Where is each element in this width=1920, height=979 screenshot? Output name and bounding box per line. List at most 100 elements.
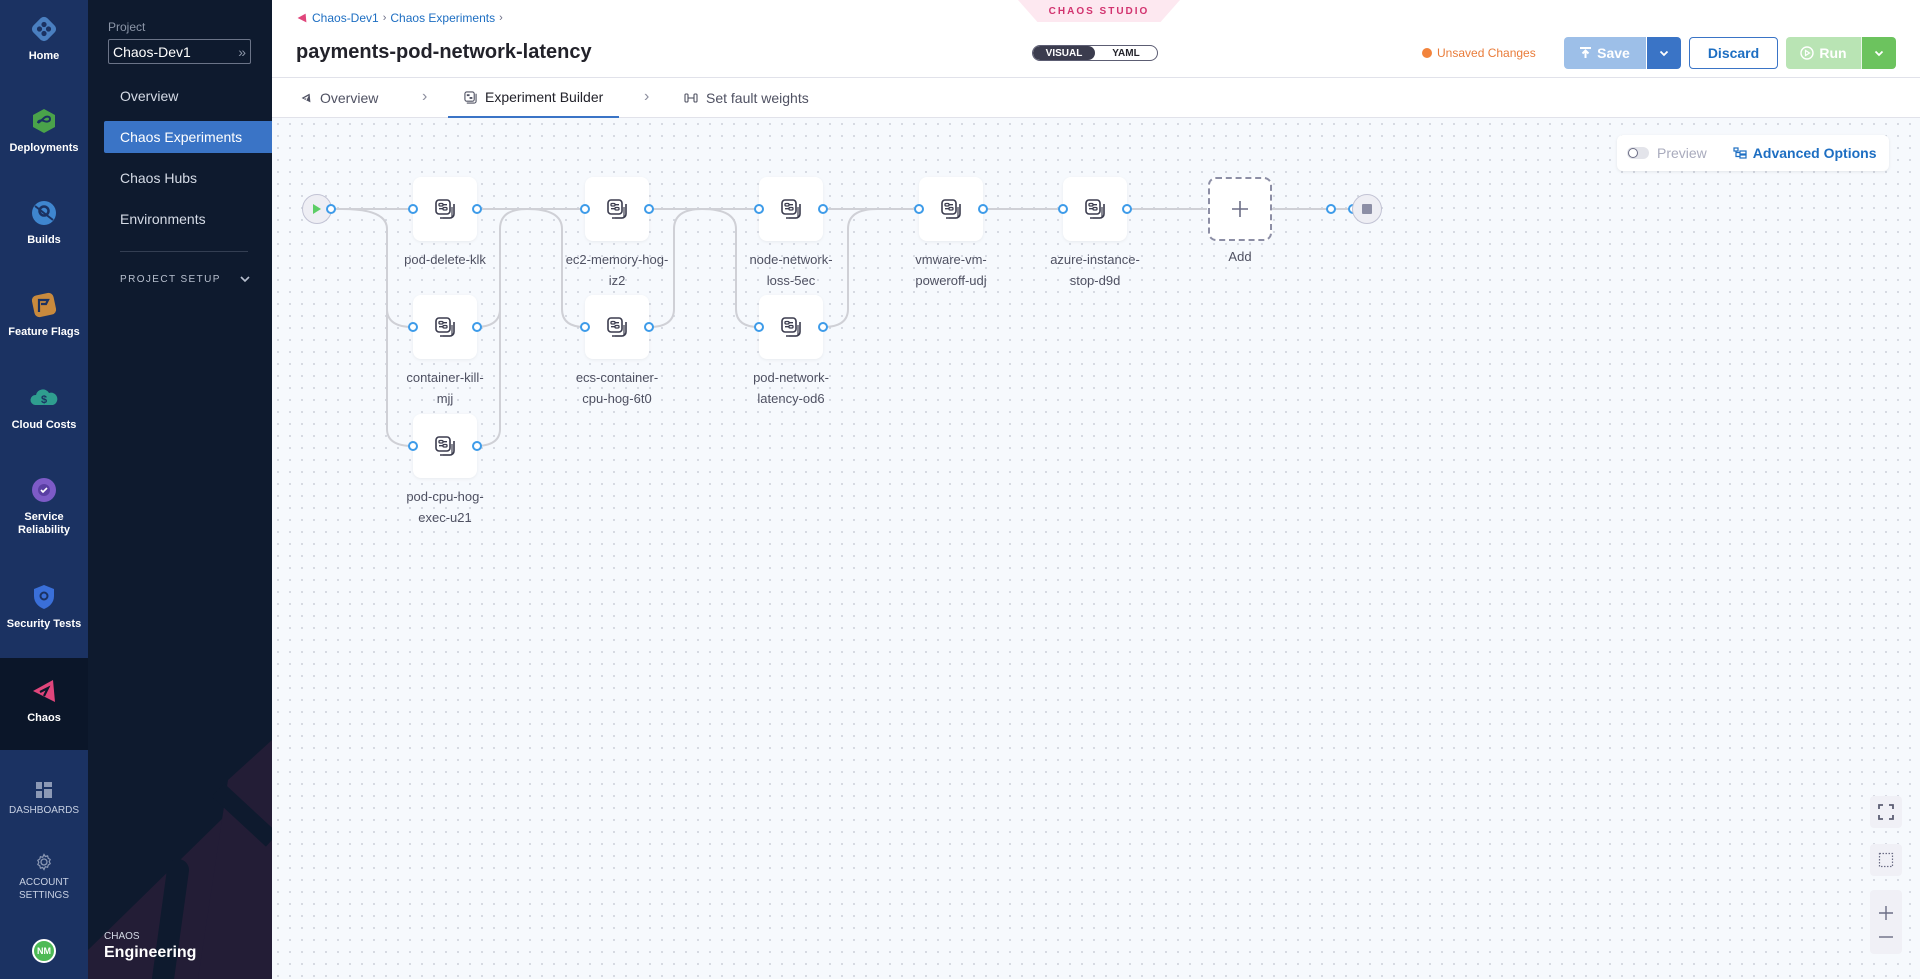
project-setup-toggle[interactable]: PROJECT SETUP [120, 274, 250, 285]
tab-experiment-builder[interactable]: Experiment Builder [448, 78, 620, 118]
fault-output-port[interactable] [472, 322, 482, 332]
start-port[interactable] [326, 204, 336, 214]
rail-item-chaos[interactable]: Chaos [0, 658, 88, 750]
project-selector[interactable]: Chaos-Dev1 » [108, 39, 251, 64]
project-setup-label: PROJECT SETUP [120, 274, 221, 285]
fault-input-port[interactable] [580, 322, 590, 332]
fault-input-port[interactable] [408, 441, 418, 451]
chaos-icon [29, 676, 59, 706]
fault-output-port[interactable] [472, 441, 482, 451]
fault-node[interactable] [1063, 177, 1127, 241]
discard-button[interactable]: Discard [1689, 37, 1778, 69]
save-dropdown-button[interactable] [1647, 37, 1681, 69]
fault-node[interactable] [413, 414, 477, 478]
chevron-down-icon [1874, 50, 1884, 57]
fault-label: pod-delete-klk [404, 252, 486, 267]
advanced-options-icon [1733, 147, 1747, 159]
rail-item-builds[interactable]: Builds [0, 198, 88, 247]
fault-output-port[interactable] [644, 204, 654, 214]
fault-node[interactable] [413, 177, 477, 241]
fault-node[interactable] [585, 177, 649, 241]
fault-input-port[interactable] [580, 204, 590, 214]
zoom-out-icon[interactable] [1878, 935, 1894, 939]
fault-output-port[interactable] [472, 204, 482, 214]
nav-item-environments[interactable]: Environments [104, 203, 272, 235]
run-button[interactable]: Run [1786, 37, 1862, 69]
tab-label: Overview [320, 90, 379, 106]
marquee-select-icon [1878, 852, 1894, 868]
fault-icon [940, 198, 962, 220]
tab-overview[interactable]: Overview [300, 78, 378, 118]
chaos-icon [297, 13, 307, 23]
project-label: Project [108, 20, 146, 34]
brand-title: Engineering [104, 944, 197, 961]
tab-label: Set fault weights [706, 90, 809, 106]
add-fault-button[interactable] [1208, 177, 1272, 241]
fault-output-port[interactable] [978, 204, 988, 214]
fault-output-port[interactable] [644, 322, 654, 332]
rail-label: Builds [27, 234, 61, 246]
fault-output-port[interactable] [1122, 204, 1132, 214]
nav-item-overview[interactable]: Overview [104, 80, 272, 112]
fault-label: ecs-container- cpu-hog-6t0 [575, 370, 659, 406]
save-button[interactable]: Save [1564, 37, 1647, 69]
fault-node[interactable] [759, 295, 823, 359]
fault-input-port[interactable] [754, 204, 764, 214]
fault-label: vmware-vm- poweroff-udj [915, 252, 987, 288]
pipeline-canvas[interactable]: pod-delete-klk container-kill- mjj pod-cpu… [272, 118, 1920, 979]
fault-node[interactable] [585, 295, 649, 359]
rail-item-feature-flags[interactable]: Feature Flags [0, 290, 88, 339]
pipeline-end-node[interactable] [1352, 194, 1382, 224]
rail-item-service-reliability[interactable]: Service Reliability [0, 475, 88, 537]
cloud-costs-icon: $ [29, 383, 59, 413]
fault-input-port[interactable] [914, 204, 924, 214]
yaml-toggle[interactable]: YAML [1095, 46, 1157, 60]
rail-label: Feature Flags [8, 326, 80, 338]
breadcrumb-experiments[interactable]: Chaos Experiments [390, 11, 495, 25]
run-dropdown-button[interactable] [1862, 37, 1896, 69]
fault-input-port[interactable] [408, 204, 418, 214]
service-reliability-icon [29, 475, 59, 505]
nav-divider [120, 251, 248, 252]
double-chevron-right-icon: » [238, 43, 246, 60]
chevron-down-icon [240, 276, 250, 283]
fault-label: container-kill- mjj [406, 370, 484, 406]
select-area-button[interactable] [1870, 844, 1902, 876]
page-header: Chaos-Dev1 › Chaos Experiments › payment… [272, 0, 1920, 78]
nav-item-chaos-experiments[interactable]: Chaos Experiments [104, 121, 272, 153]
fault-node[interactable] [919, 177, 983, 241]
zoom-in-icon[interactable] [1878, 905, 1894, 921]
fault-input-port[interactable] [1058, 204, 1068, 214]
fit-to-screen-button[interactable] [1870, 796, 1902, 828]
preview-toggle[interactable] [1627, 147, 1649, 159]
visual-toggle[interactable]: VISUAL [1033, 46, 1095, 60]
fault-label: node-network- loss-5ec [749, 252, 833, 288]
stop-icon [1362, 204, 1372, 214]
fault-label: ec2-memory-hog- iz2 [565, 252, 669, 288]
nav-item-chaos-hubs[interactable]: Chaos Hubs [104, 162, 272, 194]
rail-item-account-settings[interactable]: ACCOUNT SETTINGS [0, 852, 88, 902]
rail-item-deployments[interactable]: Deployments [0, 106, 88, 155]
rail-item-cloud-costs[interactable]: $ Cloud Costs [0, 383, 88, 432]
tab-set-fault-weights[interactable]: Set fault weights [684, 78, 809, 118]
rail-item-security-tests[interactable]: Security Tests [0, 582, 88, 631]
rail-item-dashboards[interactable]: DASHBOARDS [0, 780, 88, 817]
rail-item-home[interactable]: Home [0, 14, 88, 63]
avatar[interactable]: NM [32, 939, 56, 963]
fault-output-port[interactable] [818, 322, 828, 332]
fault-icon [606, 198, 628, 220]
builds-icon [29, 198, 59, 228]
breadcrumb-project[interactable]: Chaos-Dev1 [312, 11, 379, 25]
view-toggle[interactable]: VISUAL YAML [1032, 45, 1158, 61]
fault-node[interactable] [759, 177, 823, 241]
preview-label: Preview [1657, 145, 1707, 161]
fault-node[interactable] [413, 295, 477, 359]
rail-label: DASHBOARDS [8, 805, 79, 816]
fault-icon [606, 316, 628, 338]
overview-icon [301, 93, 311, 103]
save-icon [1580, 47, 1592, 58]
advanced-options-button[interactable]: Advanced Options [1733, 145, 1876, 161]
fault-input-port[interactable] [408, 322, 418, 332]
fault-input-port[interactable] [754, 322, 764, 332]
fault-output-port[interactable] [818, 204, 828, 214]
